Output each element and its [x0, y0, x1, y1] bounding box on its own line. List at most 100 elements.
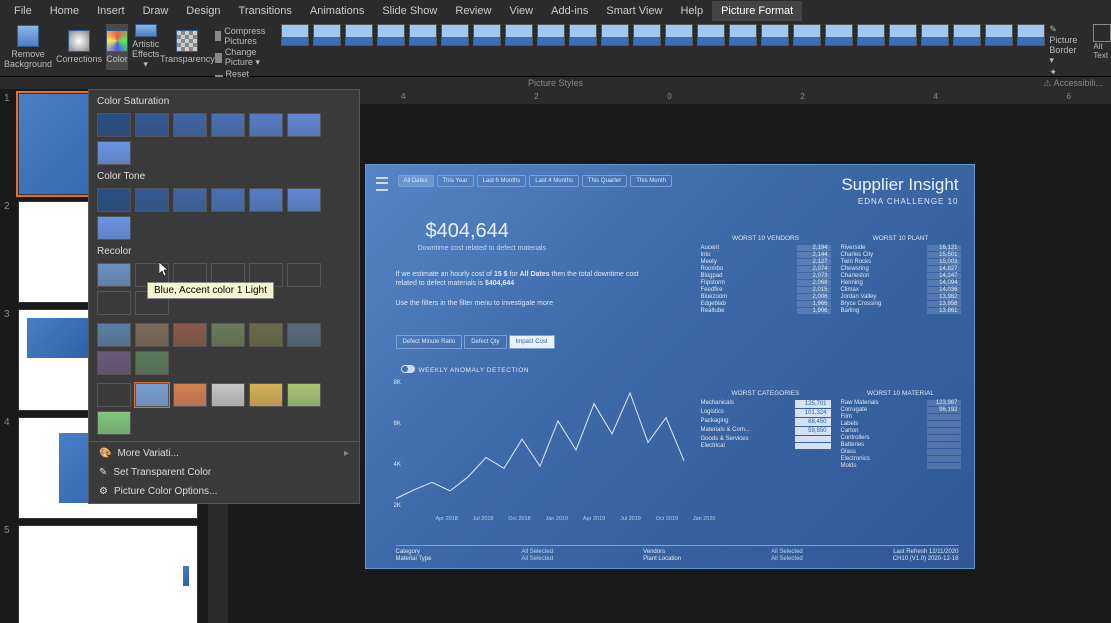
picture-style-preset[interactable]	[473, 24, 501, 46]
color-swatch[interactable]	[173, 383, 207, 407]
color-swatch[interactable]	[173, 323, 207, 347]
more-variations-item[interactable]: 🎨More Variati...▸	[89, 444, 359, 463]
tab-draw[interactable]: Draw	[134, 1, 178, 21]
color-swatch[interactable]	[97, 188, 131, 212]
corrections-button[interactable]: Corrections	[56, 24, 102, 70]
picture-style-preset[interactable]	[601, 24, 629, 46]
color-swatch[interactable]	[97, 216, 131, 240]
color-swatch[interactable]	[135, 113, 169, 137]
date-pill[interactable]: This Month	[630, 175, 672, 187]
slide-content[interactable]: All DatesThis YearLast 6 MonthsLast 4 Mo…	[365, 164, 975, 569]
tab-home[interactable]: Home	[41, 1, 88, 21]
metric-tab[interactable]: Defect Minute Ratio	[396, 335, 463, 349]
picture-style-preset[interactable]	[441, 24, 469, 46]
color-dropdown[interactable]: Color Saturation Color Tone Recolor 🎨Mor…	[88, 89, 360, 504]
picture-style-preset[interactable]	[825, 24, 853, 46]
compress-pictures-button[interactable]: Compress Pictures	[215, 26, 269, 46]
remove-background-button[interactable]: Remove Background	[4, 24, 52, 70]
tab-picture-format[interactable]: Picture Format	[712, 1, 802, 21]
color-swatch[interactable]	[97, 383, 131, 407]
transparency-button[interactable]: Transparency	[163, 24, 211, 70]
color-swatch[interactable]	[287, 113, 321, 137]
color-swatch[interactable]	[135, 383, 169, 407]
date-pill[interactable]: This Year	[437, 175, 474, 187]
picture-border-button[interactable]: ✎ Picture Border ▾	[1049, 24, 1077, 66]
picture-styles-gallery[interactable]	[281, 24, 1045, 46]
tab-transitions[interactable]: Transitions	[230, 1, 301, 21]
color-swatch[interactable]	[249, 113, 283, 137]
picture-style-preset[interactable]	[505, 24, 533, 46]
color-swatch[interactable]	[97, 141, 131, 165]
color-swatch[interactable]	[211, 188, 245, 212]
artistic-effects-button[interactable]: Artistic Effects ▾	[132, 24, 159, 70]
slide-canvas[interactable]: All DatesThis YearLast 6 MonthsLast 4 Mo…	[228, 104, 1111, 623]
anomaly-toggle[interactable]: WEEKLY ANOMALY DETECTION	[401, 365, 530, 374]
change-picture-button[interactable]: Change Picture ▾	[215, 47, 269, 68]
picture-style-preset[interactable]	[313, 24, 341, 46]
date-pill[interactable]: All Dates	[398, 175, 434, 187]
color-swatch[interactable]	[211, 323, 245, 347]
date-pill[interactable]: Last 4 Months	[529, 175, 579, 187]
date-pill[interactable]: This Quarter	[582, 175, 627, 187]
picture-style-preset[interactable]	[953, 24, 981, 46]
picture-style-preset[interactable]	[761, 24, 789, 46]
tab-smart-view[interactable]: Smart View	[597, 1, 671, 21]
color-swatch[interactable]	[287, 263, 321, 287]
picture-style-preset[interactable]	[697, 24, 725, 46]
tab-add-ins[interactable]: Add-ins	[542, 1, 597, 21]
picture-style-preset[interactable]	[665, 24, 693, 46]
date-pill[interactable]: Last 6 Months	[477, 175, 527, 187]
hamburger-icon[interactable]	[376, 177, 388, 191]
color-swatch[interactable]	[173, 188, 207, 212]
tab-view[interactable]: View	[500, 1, 542, 21]
color-swatch[interactable]	[97, 291, 131, 315]
tab-design[interactable]: Design	[177, 1, 229, 21]
color-swatch[interactable]	[135, 323, 169, 347]
picture-color-options-item[interactable]: ⚙Picture Color Options...	[89, 482, 359, 501]
color-swatch[interactable]	[287, 188, 321, 212]
picture-style-preset[interactable]	[409, 24, 437, 46]
metric-tab[interactable]: Impact Cost	[509, 335, 555, 349]
set-transparent-color-item[interactable]: ✎Set Transparent Color	[89, 463, 359, 482]
slide-thumb-5[interactable]	[18, 525, 198, 623]
tab-help[interactable]: Help	[671, 1, 712, 21]
tab-slide-show[interactable]: Slide Show	[373, 1, 446, 21]
color-swatch[interactable]	[249, 383, 283, 407]
tab-insert[interactable]: Insert	[88, 1, 134, 21]
color-swatch[interactable]	[97, 113, 131, 137]
picture-style-preset[interactable]	[889, 24, 917, 46]
color-swatch[interactable]	[135, 188, 169, 212]
color-swatch[interactable]	[249, 188, 283, 212]
picture-style-preset[interactable]	[377, 24, 405, 46]
picture-style-preset[interactable]	[633, 24, 661, 46]
color-swatch[interactable]	[97, 351, 131, 375]
editor-area: 6420246 All DatesThis YearLast 6 MonthsL…	[208, 89, 1111, 623]
tab-review[interactable]: Review	[446, 1, 500, 21]
color-swatch[interactable]	[97, 263, 131, 287]
color-swatch[interactable]	[287, 383, 321, 407]
picture-style-preset[interactable]	[729, 24, 757, 46]
metric-tab[interactable]: Defect Qty	[464, 335, 506, 349]
color-swatch[interactable]	[211, 113, 245, 137]
color-swatch[interactable]	[211, 383, 245, 407]
tab-file[interactable]: File	[5, 1, 41, 21]
picture-style-preset[interactable]	[345, 24, 373, 46]
tab-animations[interactable]: Animations	[301, 1, 373, 21]
picture-style-preset[interactable]	[921, 24, 949, 46]
color-swatch[interactable]	[287, 323, 321, 347]
picture-style-preset[interactable]	[985, 24, 1013, 46]
alt-text-button[interactable]: Alt Text	[1093, 24, 1111, 60]
color-button[interactable]: Color	[106, 24, 128, 70]
picture-style-preset[interactable]	[537, 24, 565, 46]
color-swatch[interactable]	[173, 113, 207, 137]
accessibility-button[interactable]: ⚠ Accessibili...	[1043, 78, 1103, 89]
color-swatch[interactable]	[97, 323, 131, 347]
color-swatch[interactable]	[249, 323, 283, 347]
color-swatch[interactable]	[135, 351, 169, 375]
picture-style-preset[interactable]	[281, 24, 309, 46]
picture-style-preset[interactable]	[793, 24, 821, 46]
picture-style-preset[interactable]	[1017, 24, 1045, 46]
picture-style-preset[interactable]	[857, 24, 885, 46]
color-swatch[interactable]	[97, 411, 131, 435]
picture-style-preset[interactable]	[569, 24, 597, 46]
